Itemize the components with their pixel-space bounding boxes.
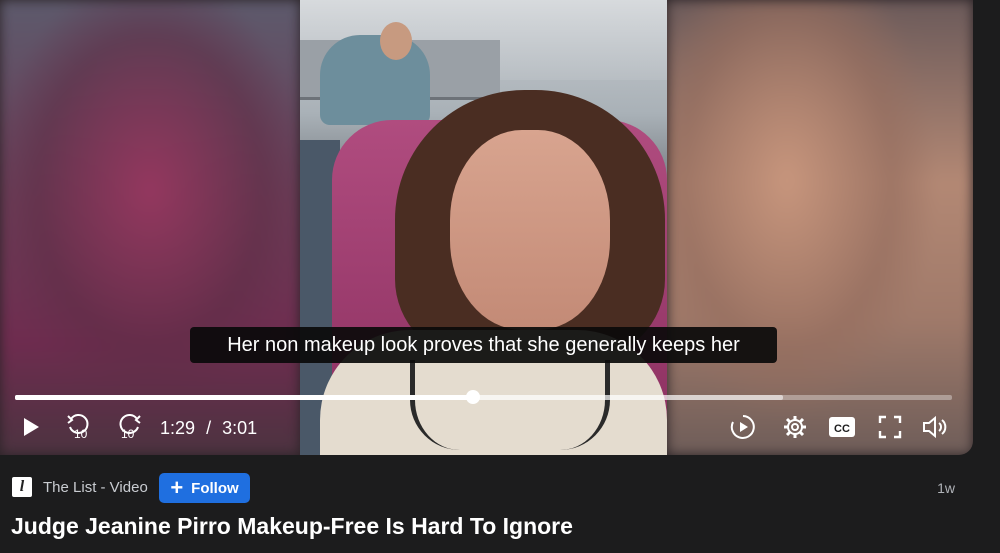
passenger-head: [380, 22, 412, 60]
autoplay-button[interactable]: [729, 412, 757, 442]
speaker-icon: [923, 415, 947, 439]
post-meta-row: l The List - Video + Follow 1w: [0, 472, 1000, 504]
forward-10-button[interactable]: 10: [116, 412, 142, 442]
plus-icon: +: [170, 475, 184, 500]
play-icon: [24, 418, 39, 436]
video-frame[interactable]: [300, 0, 667, 455]
gear-icon: [784, 416, 806, 438]
video-caption: Her non makeup look proves that she gene…: [190, 327, 777, 363]
play-button[interactable]: [18, 412, 44, 442]
duration: 3:01: [222, 418, 258, 438]
cc-label: CC: [834, 423, 850, 435]
volume-button[interactable]: [922, 412, 950, 442]
channel-name[interactable]: The List - Video: [43, 479, 148, 497]
fullscreen-button[interactable]: [877, 412, 903, 442]
captions-button[interactable]: CC: [828, 412, 856, 442]
rewind-10-button[interactable]: 10: [66, 412, 92, 442]
time-display: 1:29 / 3:01: [160, 417, 257, 439]
video-player[interactable]: Her non makeup look proves that she gene…: [0, 0, 973, 455]
rewind-label: 10: [74, 427, 88, 441]
channel-logo[interactable]: l: [12, 477, 32, 497]
current-time: 1:29: [160, 418, 196, 438]
progress-played: [15, 395, 474, 400]
progress-bar[interactable]: [15, 390, 952, 404]
sweater-collar: [410, 360, 610, 450]
rewind-icon: 10: [67, 414, 89, 441]
follow-label: Follow: [191, 479, 239, 497]
face: [450, 130, 610, 330]
time-separator: /: [206, 418, 212, 438]
video-title[interactable]: Judge Jeanine Pirro Makeup-Free Is Hard …: [11, 513, 573, 540]
post-age[interactable]: 1w: [937, 480, 955, 496]
forward-icon: 10: [119, 414, 141, 441]
blurred-background-right: [667, 0, 973, 455]
follow-button[interactable]: + Follow: [159, 473, 250, 503]
passenger-figure: [320, 35, 430, 125]
fullscreen-icon: [878, 415, 902, 439]
autoplay-icon: [730, 415, 755, 439]
blurred-background-left: [0, 0, 300, 455]
cc-icon: CC: [829, 417, 855, 437]
forward-label: 10: [121, 427, 135, 441]
settings-button[interactable]: [782, 412, 808, 442]
